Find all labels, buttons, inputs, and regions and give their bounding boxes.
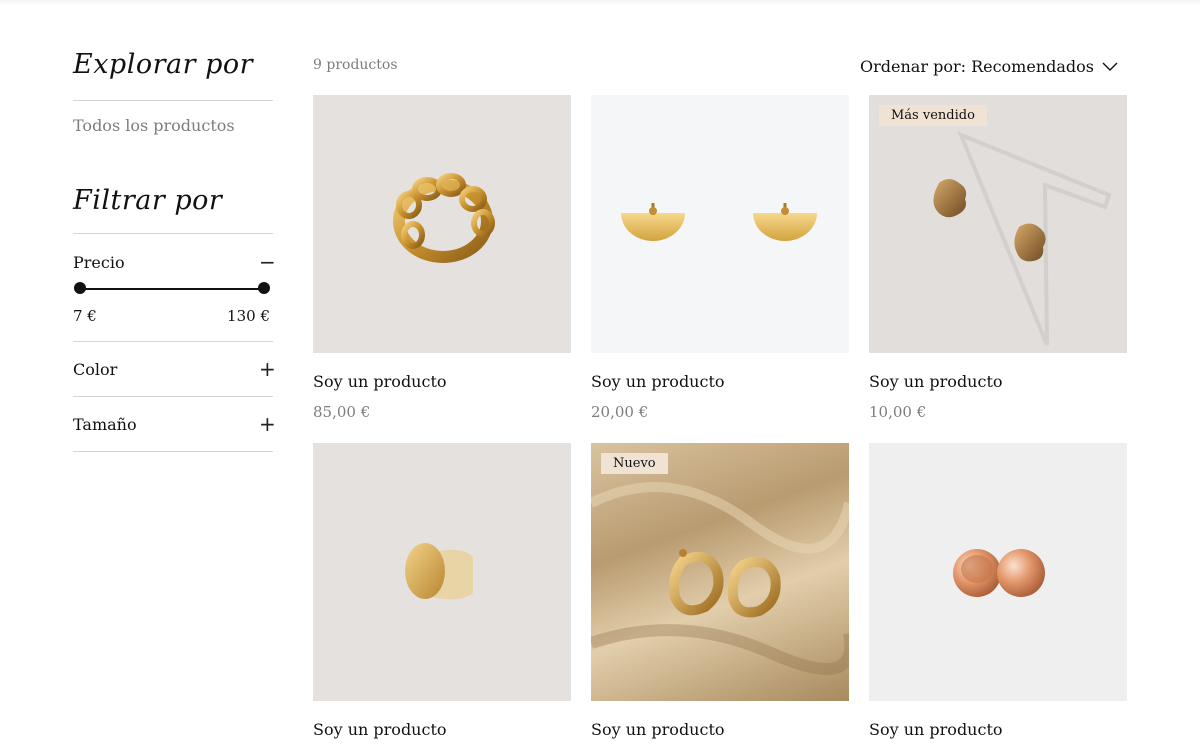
product-card[interactable]: Soy un producto 85,00 € <box>313 95 571 422</box>
price-range-slider[interactable] <box>73 281 273 297</box>
slider-max-handle[interactable] <box>258 282 270 294</box>
product-image[interactable] <box>313 443 571 701</box>
product-card[interactable]: Soy un producto <box>869 443 1127 740</box>
divider <box>73 100 273 101</box>
product-name[interactable]: Soy un producto <box>591 720 849 740</box>
product-name[interactable]: Soy un producto <box>313 372 571 392</box>
product-image[interactable]: Nuevo <box>591 443 849 701</box>
product-image[interactable]: Más vendido <box>869 95 1127 353</box>
slider-track <box>80 288 264 290</box>
product-count: 9 productos <box>313 57 398 73</box>
plus-icon[interactable]: + <box>259 412 276 436</box>
gold-half-moon-earrings-image <box>621 203 817 241</box>
product-price: 85,00 € <box>313 403 371 421</box>
minus-icon[interactable]: − <box>259 250 276 274</box>
filter-title: Filtrar por <box>73 185 223 216</box>
gold-chain-ring-image <box>393 173 495 263</box>
product-name[interactable]: Soy un producto <box>869 720 1127 740</box>
all-products-link[interactable]: Todos los productos <box>73 116 273 136</box>
gold-twisted-hoop-earrings-image <box>591 482 849 675</box>
product-name[interactable]: Soy un producto <box>591 372 849 392</box>
gold-disc-ring-image <box>405 543 473 600</box>
explore-title: Explorar por <box>73 49 254 80</box>
product-card[interactable]: Nuevo Soy un producto <box>591 443 849 740</box>
gold-wavy-stud-earrings-image <box>933 131 1112 346</box>
sort-label: Ordenar por: Recomendados <box>860 57 1094 76</box>
filter-size-header[interactable]: Tamaño + <box>73 397 276 451</box>
product-card[interactable]: Soy un producto 20,00 € <box>591 95 849 422</box>
filter-color-label: Color <box>73 359 118 379</box>
rose-gold-ball-earrings-image <box>953 549 1045 597</box>
plus-icon[interactable]: + <box>259 357 276 381</box>
product-card[interactable]: Más vendido Soy un producto 10,00 € <box>869 95 1127 422</box>
product-image[interactable] <box>313 95 571 353</box>
price-max-value: 130 € <box>227 307 270 325</box>
slider-min-handle[interactable] <box>74 282 86 294</box>
product-price: 20,00 € <box>591 403 649 421</box>
price-range-values: 7 € 130 € <box>73 305 273 327</box>
filter-price-label: Precio <box>73 252 125 272</box>
header-shadow <box>0 0 1200 6</box>
filter-size-label: Tamaño <box>73 414 137 434</box>
product-image[interactable] <box>869 443 1127 701</box>
filter-color-header[interactable]: Color + <box>73 342 276 396</box>
product-card[interactable]: Soy un producto <box>313 443 571 740</box>
filter-sidebar: Explorar por Todos los productos Filtrar… <box>73 40 276 452</box>
sort-dropdown[interactable]: Ordenar por: Recomendados <box>860 57 1118 76</box>
divider <box>73 451 273 452</box>
best-seller-badge: Más vendido <box>879 105 987 126</box>
product-name[interactable]: Soy un producto <box>313 720 571 740</box>
new-badge: Nuevo <box>601 453 668 474</box>
product-price: 10,00 € <box>869 403 927 421</box>
price-min-value: 7 € <box>73 307 97 325</box>
product-name[interactable]: Soy un producto <box>869 372 1127 392</box>
product-image[interactable] <box>591 95 849 353</box>
chevron-down-icon <box>1102 62 1118 71</box>
